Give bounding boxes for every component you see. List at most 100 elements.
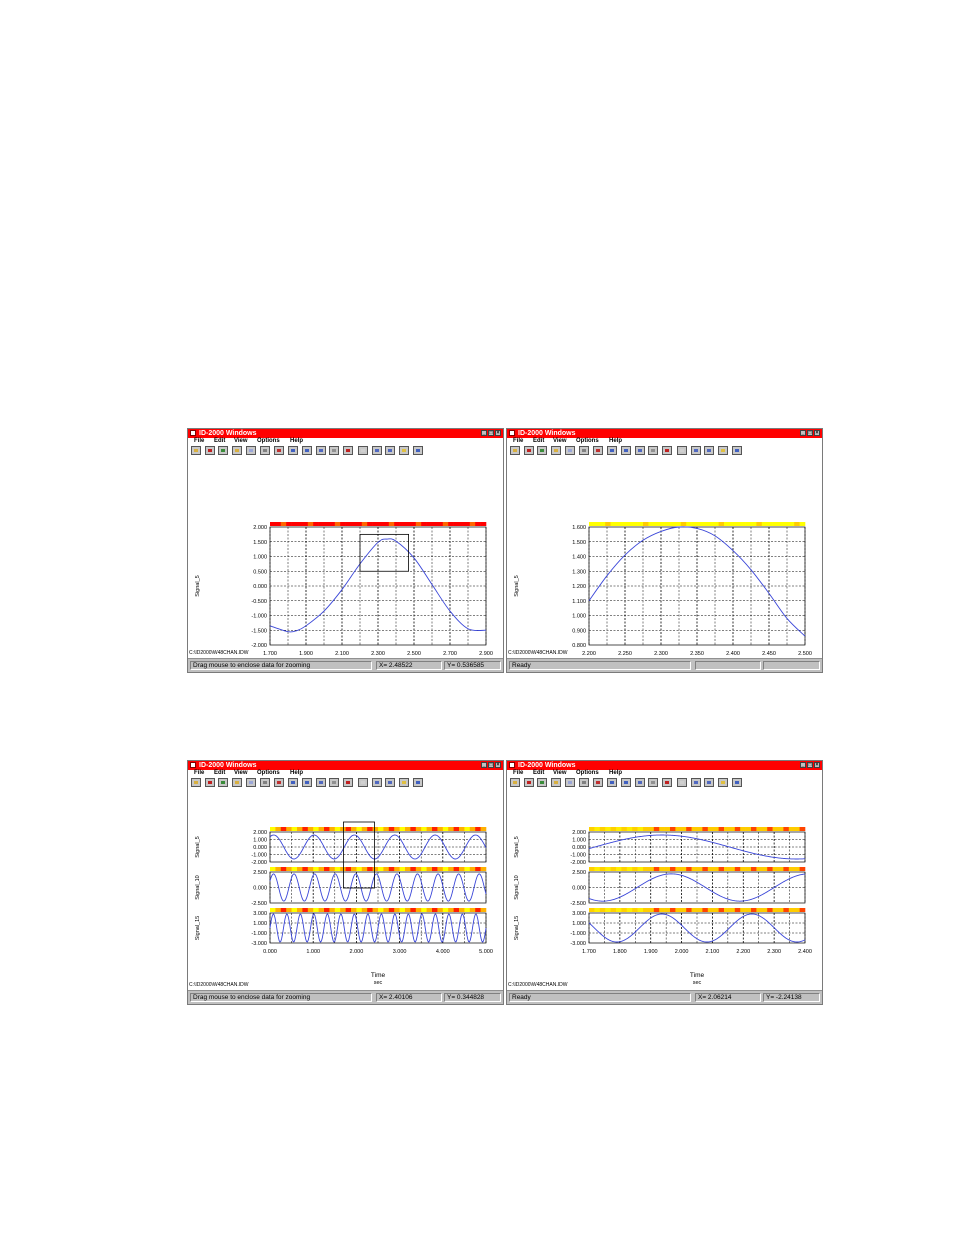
chart-panel-signal-15[interactable]: 3.000 1.000 -1.000 -3.000 Signal_15 bbox=[514, 908, 806, 947]
context-help-icon[interactable] bbox=[732, 778, 742, 787]
menu-help[interactable]: Help bbox=[609, 770, 622, 777]
app-icon[interactable] bbox=[509, 762, 515, 768]
app-icon[interactable] bbox=[190, 762, 196, 768]
minimize-button[interactable]: _ bbox=[800, 762, 806, 768]
window-cascade-icon[interactable] bbox=[704, 446, 714, 455]
title-bar[interactable]: ID-2000 Windows _ □ × bbox=[507, 761, 822, 770]
maximize-button[interactable]: □ bbox=[807, 762, 813, 768]
menu-edit[interactable]: Edit bbox=[533, 770, 544, 777]
zoom-in-icon[interactable] bbox=[288, 446, 298, 455]
print-icon[interactable] bbox=[551, 778, 561, 787]
menu-view[interactable]: View bbox=[553, 438, 567, 445]
menu-view[interactable]: View bbox=[553, 770, 567, 777]
copy-icon[interactable] bbox=[218, 778, 228, 787]
save-icon[interactable] bbox=[205, 778, 215, 787]
menu-view[interactable]: View bbox=[234, 438, 248, 445]
chart-panel-signal-5[interactable]: 2.000 1.0000.000 -1.000-2.000 Signal_5 bbox=[195, 827, 487, 866]
menu-edit[interactable]: Edit bbox=[214, 438, 225, 445]
cut-icon[interactable] bbox=[579, 778, 589, 787]
title-bar[interactable]: ID-2000 Windows _ □ × bbox=[188, 761, 503, 770]
plot-area[interactable]: 2.0001.0000.000-1.000-2.000Signal_52.500… bbox=[507, 789, 822, 992]
plot-area[interactable]: 2.0001.0000.000-1.000-2.000Signal_52.500… bbox=[188, 789, 503, 992]
print-setup-icon[interactable] bbox=[246, 446, 256, 455]
zoom-out-icon[interactable] bbox=[621, 446, 631, 455]
close-button[interactable]: × bbox=[814, 430, 820, 436]
notes-icon[interactable] bbox=[316, 778, 326, 787]
save-icon[interactable] bbox=[524, 778, 534, 787]
chart-panel-signal-5[interactable]: 2.000 1.500 1.000 0.500 0.000 -0.500 -1.000 -1.… bbox=[195, 522, 487, 649]
copy-icon[interactable] bbox=[218, 446, 228, 455]
menu-file[interactable]: File bbox=[194, 438, 204, 445]
window-tile-icon[interactable] bbox=[691, 778, 701, 787]
maximize-button[interactable]: □ bbox=[488, 762, 494, 768]
cut-icon[interactable] bbox=[260, 778, 270, 787]
title-bar[interactable]: ID-2000 Windows _ □ × bbox=[507, 429, 822, 438]
close-button[interactable]: × bbox=[495, 762, 501, 768]
notes-icon[interactable] bbox=[635, 446, 645, 455]
mark-icon[interactable] bbox=[343, 446, 353, 455]
print-setup-icon[interactable] bbox=[246, 778, 256, 787]
list-icon[interactable] bbox=[329, 446, 339, 455]
menu-edit[interactable]: Edit bbox=[214, 770, 225, 777]
zoom-in-icon[interactable] bbox=[607, 778, 617, 787]
close-button[interactable]: × bbox=[814, 762, 820, 768]
context-help-icon[interactable] bbox=[413, 446, 423, 455]
list-icon[interactable] bbox=[329, 778, 339, 787]
chart-icon[interactable] bbox=[274, 446, 284, 455]
open-icon[interactable] bbox=[191, 778, 201, 787]
app-icon[interactable] bbox=[190, 430, 196, 436]
zoom-selection-box[interactable] bbox=[359, 533, 409, 572]
menu-options[interactable]: Options bbox=[576, 438, 599, 445]
plot-area[interactable]: 1.600 1.500 1.400 1.300 1.200 1.100 1.000 0.900… bbox=[507, 457, 822, 660]
plot-area[interactable]: 2.000 1.500 1.000 0.500 0.000 -0.500 -1.000 -1.… bbox=[188, 457, 503, 660]
chart-icon[interactable] bbox=[593, 778, 603, 787]
list-icon[interactable] bbox=[648, 446, 658, 455]
help-icon[interactable] bbox=[399, 778, 409, 787]
context-help-icon[interactable] bbox=[413, 778, 423, 787]
copy-icon[interactable] bbox=[537, 446, 547, 455]
list-icon[interactable] bbox=[648, 778, 658, 787]
chart-panel-signal-15[interactable]: 3.000 1.000 -1.000 -3.000 Signal_15 bbox=[195, 908, 487, 947]
window-cascade-icon[interactable] bbox=[704, 778, 714, 787]
menu-options[interactable]: Options bbox=[576, 770, 599, 777]
cut-icon[interactable] bbox=[579, 446, 589, 455]
minimize-button[interactable]: _ bbox=[481, 430, 487, 436]
close-button[interactable]: × bbox=[495, 430, 501, 436]
chart-icon[interactable] bbox=[593, 446, 603, 455]
menu-help[interactable]: Help bbox=[290, 770, 303, 777]
notes-icon[interactable] bbox=[635, 778, 645, 787]
chart-panel-signal-5[interactable]: 1.600 1.500 1.400 1.300 1.200 1.100 1.000 0.900… bbox=[514, 522, 806, 649]
info-icon[interactable] bbox=[677, 446, 687, 455]
mark-icon[interactable] bbox=[662, 446, 672, 455]
chart-icon[interactable] bbox=[274, 778, 284, 787]
window-tile-icon[interactable] bbox=[372, 778, 382, 787]
mark-icon[interactable] bbox=[343, 778, 353, 787]
print-icon[interactable] bbox=[232, 446, 242, 455]
window-tile-icon[interactable] bbox=[691, 446, 701, 455]
app-icon[interactable] bbox=[509, 430, 515, 436]
copy-icon[interactable] bbox=[537, 778, 547, 787]
menu-file[interactable]: File bbox=[513, 438, 523, 445]
print-icon[interactable] bbox=[232, 778, 242, 787]
open-icon[interactable] bbox=[191, 446, 201, 455]
info-icon[interactable] bbox=[358, 778, 368, 787]
minimize-button[interactable]: _ bbox=[800, 430, 806, 436]
open-icon[interactable] bbox=[510, 778, 520, 787]
menu-file[interactable]: File bbox=[513, 770, 523, 777]
zoom-in-icon[interactable] bbox=[288, 778, 298, 787]
context-help-icon[interactable] bbox=[732, 446, 742, 455]
maximize-button[interactable]: □ bbox=[488, 430, 494, 436]
mark-icon[interactable] bbox=[662, 778, 672, 787]
zoom-in-icon[interactable] bbox=[607, 446, 617, 455]
chart-panel-signal-10[interactable]: 2.500 0.000 -2.500 Signal_10 bbox=[195, 867, 487, 907]
info-icon[interactable] bbox=[358, 446, 368, 455]
window-cascade-icon[interactable] bbox=[385, 446, 395, 455]
print-icon[interactable] bbox=[551, 446, 561, 455]
menu-help[interactable]: Help bbox=[290, 438, 303, 445]
chart-panel-signal-10[interactable]: 2.500 0.000 -2.500 Signal_10 bbox=[514, 867, 806, 907]
menu-view[interactable]: View bbox=[234, 770, 248, 777]
menu-file[interactable]: File bbox=[194, 770, 204, 777]
zoom-out-icon[interactable] bbox=[621, 778, 631, 787]
window-tile-icon[interactable] bbox=[372, 446, 382, 455]
menu-help[interactable]: Help bbox=[609, 438, 622, 445]
